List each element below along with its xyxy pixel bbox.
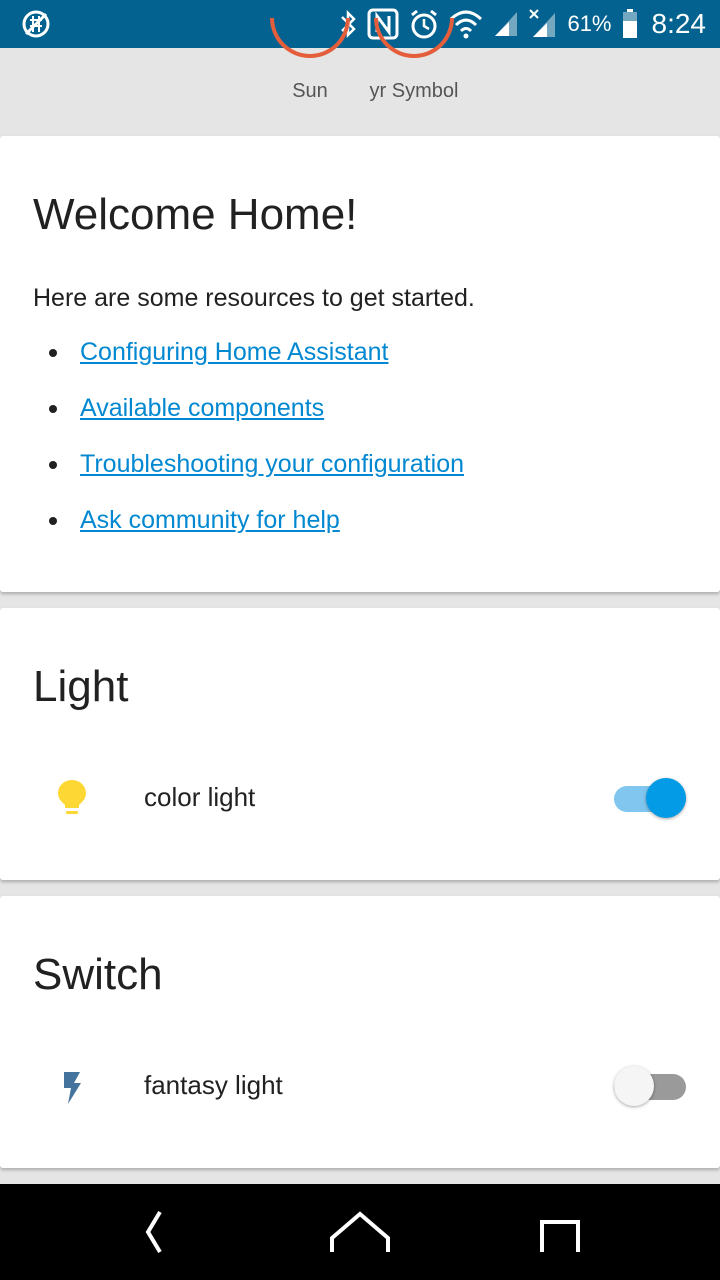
badges-strip: Sun yr Symbol (0, 18, 720, 136)
no-sim-icon (22, 10, 50, 38)
resource-links: Configuring Home Assistant Available com… (33, 324, 464, 548)
card-title: Switch (33, 950, 163, 999)
toggle-thumb (614, 1066, 654, 1106)
signal-x-icon (529, 9, 556, 37)
link-troubleshooting[interactable]: Troubleshooting your configuration (80, 450, 464, 478)
lightbulb-icon (58, 780, 86, 814)
list-item: Ask community for help (33, 492, 464, 548)
back-icon[interactable] (122, 1208, 186, 1256)
bullet (49, 405, 57, 413)
list-item: Troubleshooting your configuration (33, 436, 464, 492)
badge-label: yr Symbol (369, 80, 459, 102)
entity-row-color-light[interactable]: color light (0, 768, 720, 828)
list-item: Available components (33, 380, 464, 436)
battery-icon (622, 9, 637, 38)
card-title: Light (33, 662, 129, 711)
welcome-intro: Here are some resources to get started. (33, 284, 475, 312)
badge-label: Sun (292, 80, 328, 102)
link-configuring[interactable]: Configuring Home Assistant (80, 338, 388, 366)
navigation-bar (0, 1184, 720, 1280)
welcome-card: Welcome Home! Here are some resources to… (0, 136, 720, 592)
list-item: Configuring Home Assistant (33, 324, 464, 380)
badge-ring (374, 18, 454, 58)
clock: 8:24 (651, 8, 707, 39)
wifi-icon (450, 10, 483, 39)
fantasy-light-toggle[interactable] (614, 1066, 688, 1106)
battery-percentage: 61% (567, 11, 612, 36)
status-bar: 61% 8:24 (0, 0, 720, 48)
flash-icon (64, 1072, 81, 1104)
recents-icon[interactable] (528, 1208, 592, 1256)
link-available-components[interactable]: Available components (80, 394, 324, 422)
home-icon[interactable] (328, 1208, 392, 1256)
link-ask-community[interactable]: Ask community for help (80, 506, 340, 534)
bullet (49, 517, 57, 525)
light-card: Light color light (0, 608, 720, 880)
bullet (49, 461, 57, 469)
card-title: Welcome Home! (33, 190, 358, 239)
entity-name: fantasy light (144, 1070, 283, 1100)
entity-row-fantasy-light[interactable]: fantasy light (0, 1056, 720, 1116)
bullet (49, 349, 57, 357)
toggle-thumb (646, 778, 686, 818)
badge-ring (270, 18, 350, 58)
switch-card: Switch fantasy light (0, 896, 720, 1168)
signal-icon (495, 12, 518, 36)
entity-name: color light (144, 782, 256, 812)
color-light-toggle[interactable] (614, 778, 688, 818)
